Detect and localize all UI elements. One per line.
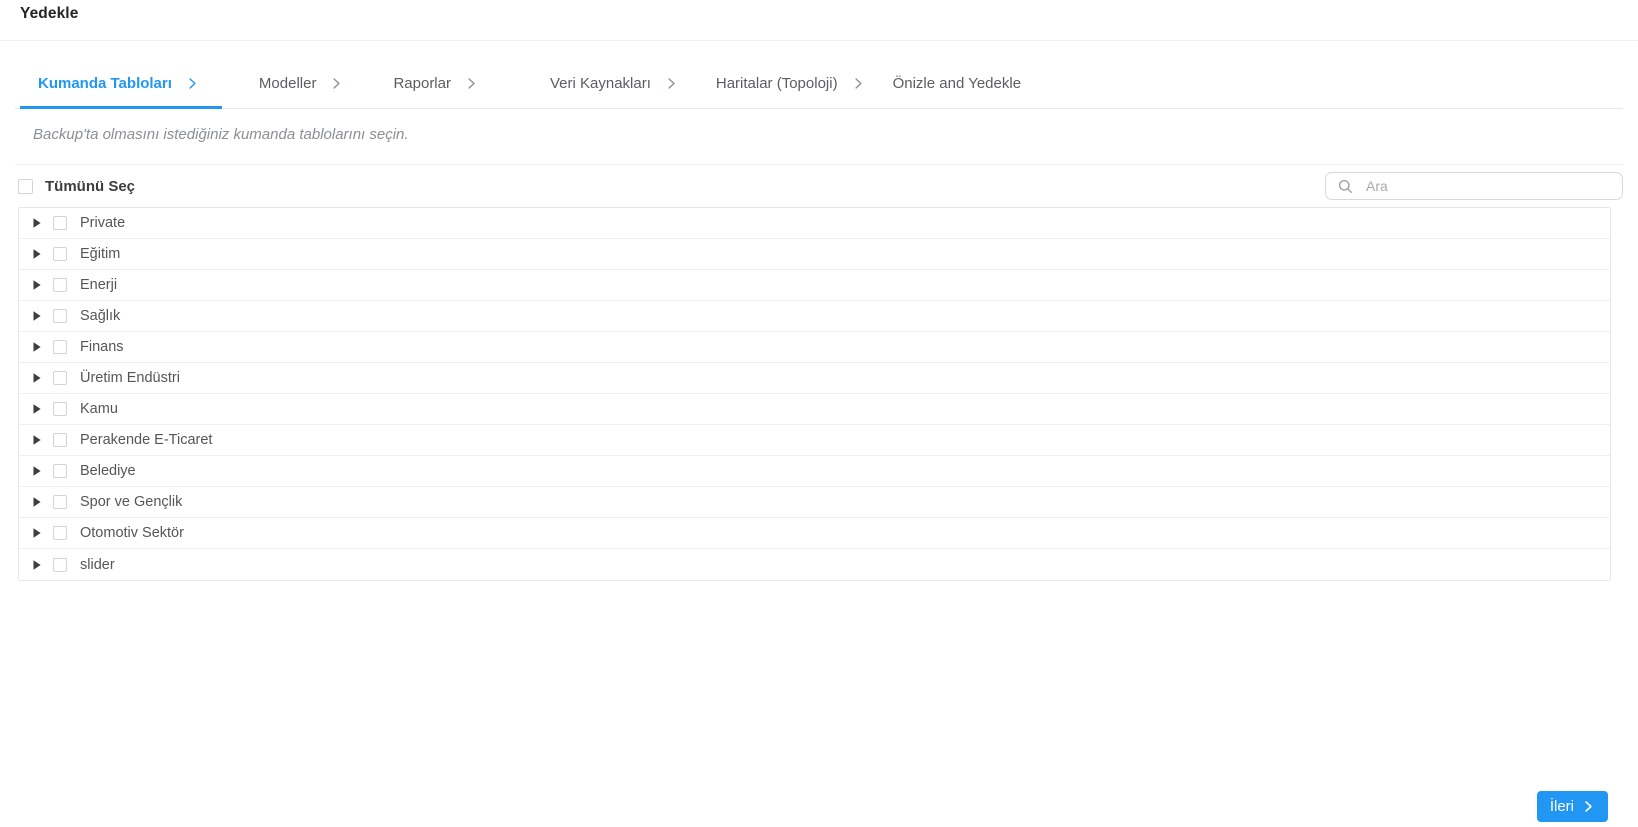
tab-label: Raporlar xyxy=(393,75,451,92)
list-item-sa-l-k[interactable]: Sağlık xyxy=(19,301,1610,332)
select-all[interactable]: Tümünü Seç xyxy=(18,178,135,195)
row-checkbox[interactable] xyxy=(53,495,67,509)
search-box[interactable] xyxy=(1325,172,1623,200)
list-item-spor-ve-gen-lik[interactable]: Spor ve Gençlik xyxy=(19,487,1610,518)
row-label: Finans xyxy=(80,339,124,355)
list-item-finans[interactable]: Finans xyxy=(19,332,1610,363)
tab-label: Modeller xyxy=(258,75,317,92)
list-toolbar: Tümünü Seç xyxy=(18,165,1623,207)
list-item-otomotiv-sekt-r[interactable]: Otomotiv Sektör xyxy=(19,518,1610,549)
select-all-checkbox[interactable] xyxy=(18,178,33,194)
search-input[interactable] xyxy=(1366,178,1612,194)
row-checkbox[interactable] xyxy=(53,557,67,572)
list-item-enerji[interactable]: Enerji xyxy=(19,270,1610,301)
row-label: Enerji xyxy=(80,277,118,293)
row-label: slider xyxy=(80,556,115,573)
row-label: Kamu xyxy=(80,401,118,417)
caret-right-icon[interactable] xyxy=(32,497,41,507)
list-item-e-itim[interactable]: Eğitim xyxy=(19,239,1610,270)
list-item-private[interactable]: Private xyxy=(19,208,1610,239)
list-item-kamu[interactable]: Kamu xyxy=(19,394,1610,425)
list-item-retim-end-stri[interactable]: Üretim Endüstri xyxy=(19,363,1610,394)
search-icon xyxy=(1338,179,1352,193)
row-label: Private xyxy=(80,215,126,231)
row-checkbox[interactable] xyxy=(53,247,67,261)
row-checkbox[interactable] xyxy=(53,340,67,354)
row-label: Sağlık xyxy=(80,308,121,324)
row-label: Eğitim xyxy=(80,246,121,262)
caret-right-icon[interactable] xyxy=(32,342,41,352)
wizard-tabs: Kumanda Tabloları Modeller Raporlar Veri Ka… xyxy=(15,41,1623,109)
tab-label: Önizle and Yedekle xyxy=(892,75,1022,92)
dashboard-category-list: Private Eğitim Enerji Sağlık Finans Üretim En… xyxy=(18,207,1611,581)
row-checkbox[interactable] xyxy=(53,402,67,416)
chevron-right-icon xyxy=(668,78,675,89)
caret-right-icon[interactable] xyxy=(32,311,41,321)
row-checkbox[interactable] xyxy=(53,278,67,292)
page-header: Yedekle xyxy=(0,0,1638,41)
caret-right-icon[interactable] xyxy=(32,528,41,538)
tab-veri-kaynaklar[interactable]: Veri Kaynakları xyxy=(550,75,678,108)
row-checkbox[interactable] xyxy=(53,464,67,478)
caret-right-icon[interactable] xyxy=(32,466,41,476)
row-checkbox[interactable] xyxy=(53,309,67,323)
caret-right-icon[interactable] xyxy=(32,373,41,383)
row-label: Belediye xyxy=(80,463,136,479)
row-label: Üretim Endüstri xyxy=(80,370,180,386)
list-item-belediye[interactable]: Belediye xyxy=(19,456,1610,487)
chevron-right-icon xyxy=(333,78,341,89)
row-label: Otomotiv Sektör xyxy=(80,525,184,541)
row-label: Perakende E-Ticaret xyxy=(80,432,213,448)
tab-kumanda-tablolar[interactable]: Kumanda Tabloları xyxy=(20,75,222,109)
caret-right-icon[interactable] xyxy=(32,218,41,228)
tab-modeller[interactable]: Modeller xyxy=(259,75,344,108)
page-title: Yedekle xyxy=(20,5,79,22)
next-button-label: İleri xyxy=(1549,798,1574,815)
tab-raporlar[interactable]: Raporlar xyxy=(393,75,478,108)
list-item-perakende-e-ticaret[interactable]: Perakende E-Ticaret xyxy=(19,425,1610,456)
caret-right-icon[interactable] xyxy=(32,404,41,414)
tab-nizle-and-yedekle[interactable]: Önizle and Yedekle xyxy=(893,75,1021,108)
chevron-right-icon xyxy=(468,78,475,89)
instruction-text: Backup'ta olmasını istediğiniz kumanda t… xyxy=(33,126,409,143)
row-checkbox[interactable] xyxy=(53,526,67,540)
caret-right-icon[interactable] xyxy=(32,280,41,290)
select-all-label: Tümünü Seç xyxy=(45,177,136,195)
next-button[interactable]: İleri xyxy=(1536,791,1608,822)
list-item-slider[interactable]: slider xyxy=(19,549,1610,580)
row-label: Spor ve Gençlik xyxy=(80,494,183,510)
tab-label: Veri Kaynakları xyxy=(549,75,651,92)
row-checkbox[interactable] xyxy=(53,216,67,230)
row-checkbox[interactable] xyxy=(53,433,67,447)
tab-haritalar-topoloji[interactable]: Haritalar (Topoloji) xyxy=(716,75,865,108)
caret-right-icon[interactable] xyxy=(32,559,41,570)
caret-right-icon[interactable] xyxy=(32,249,41,259)
tab-label: Kumanda Tabloları xyxy=(38,75,172,92)
chevron-right-icon xyxy=(854,78,862,89)
tab-label: Haritalar (Topoloji) xyxy=(715,75,838,92)
chevron-right-icon xyxy=(189,78,196,89)
caret-right-icon[interactable] xyxy=(32,435,41,445)
chevron-right-icon xyxy=(1585,801,1592,812)
row-checkbox[interactable] xyxy=(53,371,67,385)
